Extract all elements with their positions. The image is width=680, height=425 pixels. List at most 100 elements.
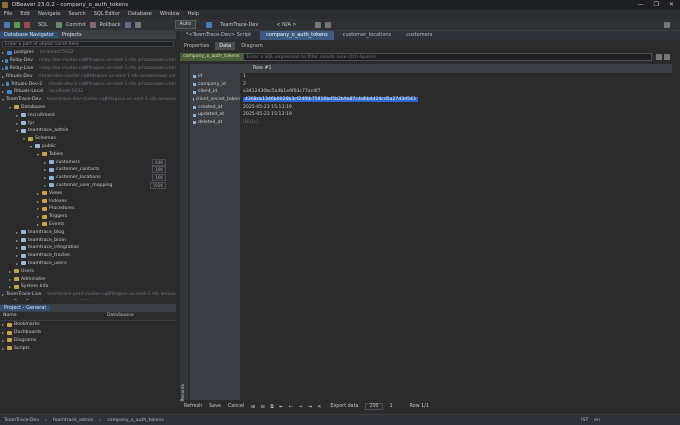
fetch-size-input[interactable]: 200 bbox=[365, 403, 383, 410]
project-item[interactable]: ▸ Scripts bbox=[0, 344, 176, 352]
tree-item[interactable]: ▸ Triggers bbox=[0, 213, 176, 221]
record-row[interactable]: company_id 2 bbox=[190, 80, 672, 89]
bookmark-icon[interactable] bbox=[324, 21, 331, 28]
navigation-icons[interactable]: ⊞ ⊟ ⧉ ⇤ ← → ⇥ ✕ bbox=[251, 404, 323, 410]
menu-edit[interactable]: Edit bbox=[20, 10, 30, 19]
tree-item[interactable]: ▾ public bbox=[0, 143, 176, 151]
tree-item[interactable]: ▸ recruitment bbox=[0, 111, 176, 119]
collapsed-arrow-icon[interactable]: ▸ bbox=[2, 74, 4, 79]
tree-item[interactable]: ▸ Administer bbox=[0, 275, 176, 283]
export-data-button[interactable]: Export data bbox=[330, 404, 358, 409]
record-row[interactable]: client_secret_token 4368cb1346b0026b3cf24… bbox=[190, 96, 672, 104]
tree-item[interactable]: ▸ Rituals-Dev rituals-dev-cluster.cq8f4sqx… bbox=[0, 72, 176, 80]
record-row[interactable]: created_at 2025-05-23 15:13:19 bbox=[190, 103, 672, 112]
tree-item[interactable]: ▾ Tables bbox=[0, 150, 176, 158]
navigator-search-input[interactable]: Enter a part of object name here bbox=[2, 41, 174, 47]
sql-button[interactable]: SQL bbox=[38, 22, 48, 28]
expanded-arrow-icon[interactable]: ▾ bbox=[2, 97, 4, 102]
tree-item[interactable]: ▸ customers 64K bbox=[0, 158, 176, 166]
tree-item[interactable]: ▾ teamtrace_admin bbox=[0, 127, 176, 135]
rollback-button[interactable]: Rollback bbox=[100, 22, 121, 28]
transaction-icon[interactable] bbox=[124, 21, 131, 28]
tree-item[interactable]: ▸ TeamTrace-Live teamtrace-prod-cluster.cq… bbox=[0, 291, 176, 299]
menu-file[interactable]: File bbox=[4, 10, 12, 19]
breadcrumb-table[interactable]: company_o_auth_tokens bbox=[107, 418, 164, 423]
tree-item[interactable]: ▸ Relay-Dev relay-dev-cluster.cq8f4sqxvs.u… bbox=[0, 57, 176, 65]
subtab-diagram[interactable]: Diagram bbox=[237, 42, 266, 50]
tree-item[interactable]: ▸ customer_user_mapping 192K bbox=[0, 181, 176, 190]
collapsed-arrow-icon[interactable]: ▸ bbox=[2, 292, 4, 297]
record-row[interactable]: deleted_at [NULL] bbox=[190, 119, 672, 127]
value-cell[interactable]: 2025-05-23 15:13:19 bbox=[240, 104, 292, 112]
tab-database-navigator[interactable]: Database Navigator bbox=[0, 32, 58, 38]
tree-item[interactable]: ▾ TeamTrace-Dev teamtrace-dev-cluster.cq8f… bbox=[0, 96, 176, 104]
filter-clear-icon[interactable] bbox=[664, 54, 670, 60]
filter-apply-icon[interactable] bbox=[656, 54, 662, 60]
menu-navigate[interactable]: Navigate bbox=[38, 10, 60, 19]
tree-item[interactable]: ▸ teamtrace_blog bbox=[0, 228, 176, 236]
settings-icon[interactable] bbox=[134, 21, 141, 28]
selected-value[interactable]: 4368cb1346b0026b3cf24f8b75816bd5b2b9a87c… bbox=[243, 97, 418, 103]
project-item[interactable]: ▸ Bookmarks bbox=[0, 321, 176, 329]
connect-icon[interactable] bbox=[14, 21, 20, 28]
column-name[interactable]: Name bbox=[0, 313, 107, 320]
tree-item[interactable]: ▸ Views bbox=[0, 189, 176, 197]
tree-item[interactable]: ▾ Databases bbox=[0, 104, 176, 112]
record-row[interactable]: id 1 bbox=[190, 73, 672, 81]
project-item[interactable]: ▸ Dashboards bbox=[0, 329, 176, 337]
breadcrumb-connection[interactable]: TeamTrace-Dev bbox=[4, 418, 39, 423]
refresh-button[interactable]: Refresh bbox=[184, 404, 202, 409]
disconnect-icon[interactable] bbox=[24, 21, 30, 28]
editor-tab[interactable]: customers bbox=[400, 31, 438, 40]
tree-item[interactable]: ▸ teamtrace_brain bbox=[0, 236, 176, 244]
active-schema-select[interactable]: < N/A > bbox=[276, 22, 296, 28]
new-connection-icon[interactable] bbox=[4, 21, 10, 28]
tree-item[interactable]: ▸ System Info bbox=[0, 283, 176, 291]
navigator-tree[interactable]: ▸ postgres localhost:5432 ▸ Relay-Dev relay-d… bbox=[0, 49, 176, 300]
menu-window[interactable]: Window bbox=[160, 10, 180, 19]
commit-icon[interactable] bbox=[55, 21, 62, 28]
value-cell[interactable]: 2 bbox=[240, 81, 246, 89]
tree-item[interactable]: ▸ Procedures bbox=[0, 205, 176, 213]
project-item[interactable]: ▸ Diagrams bbox=[0, 337, 176, 345]
value-cell[interactable]: a3412430bc5a4b1e9f03c77ac4f7 bbox=[240, 88, 321, 96]
value-cell[interactable]: 2025-05-23 15:13:19 bbox=[240, 111, 292, 119]
tree-item[interactable]: ▸ teamtrace_integration bbox=[0, 244, 176, 252]
menu-sql-editor[interactable]: SQL Editor bbox=[94, 10, 120, 19]
value-cell[interactable]: [NULL] bbox=[240, 119, 259, 127]
close-button[interactable]: ✕ bbox=[669, 1, 674, 8]
records-label[interactable]: Records bbox=[181, 384, 186, 401]
tab-projects[interactable]: Projects bbox=[58, 32, 86, 38]
record-row[interactable]: client_id a3412430bc5a4b1e9f03c77ac4f7 bbox=[190, 88, 672, 97]
menu-help[interactable]: Help bbox=[188, 10, 199, 19]
editor-tab[interactable]: company_o_auth_tokens bbox=[260, 31, 334, 40]
save-button[interactable]: Save bbox=[209, 404, 221, 409]
value-cell[interactable]: 1 bbox=[240, 73, 246, 81]
menu-search[interactable]: Search bbox=[69, 10, 86, 19]
filter-input[interactable]: Enter a SQL expression to filter results… bbox=[242, 53, 652, 61]
tree-item[interactable]: ▸ Events bbox=[0, 221, 176, 229]
subtab-properties[interactable]: Properties bbox=[180, 42, 213, 50]
tree-item[interactable]: ▸ Rituals-Dev-2 rituals-dev-2.cq8f4sqxvs.u… bbox=[0, 80, 176, 88]
perspective-icon[interactable] bbox=[664, 21, 670, 28]
tab-project-general[interactable]: Project - General bbox=[0, 305, 50, 311]
tree-item[interactable]: ▸ Indexes bbox=[0, 197, 176, 205]
tree-item[interactable]: ▸ teamtrace_tracker bbox=[0, 252, 176, 260]
tree-item[interactable]: ▸ customer_locations 16K bbox=[0, 174, 176, 182]
transaction-mode-select[interactable]: Auto bbox=[174, 20, 197, 29]
column-datasource[interactable]: DataSource bbox=[107, 313, 134, 320]
maximize-button[interactable]: ❐ bbox=[654, 1, 659, 8]
tree-item[interactable]: ▸ Rituals-Local localhost:5432 bbox=[0, 88, 176, 96]
tree-item[interactable]: ▾ Schemas bbox=[0, 135, 176, 143]
value-cell[interactable]: 4368cb1346b0026b3cf24f8b75816bd5b2b9a87c… bbox=[240, 96, 418, 104]
active-connection-select[interactable]: TeamTrace-Dev bbox=[220, 22, 258, 28]
subtab-data[interactable]: Data bbox=[215, 41, 236, 50]
record-row[interactable]: updated_at 2025-05-23 15:13:19 bbox=[190, 111, 672, 120]
cancel-button[interactable]: Cancel bbox=[228, 404, 244, 409]
editor-tab[interactable]: *<TeamTrace-Dev> Script bbox=[180, 31, 257, 40]
tree-item[interactable]: ▸ Users bbox=[0, 267, 176, 275]
commit-button[interactable]: Commit bbox=[66, 22, 86, 28]
tree-item[interactable]: ▸ postgres localhost:5432 bbox=[0, 49, 176, 57]
editor-tab[interactable]: customer_locations bbox=[337, 31, 398, 40]
search-icon[interactable] bbox=[314, 21, 321, 28]
